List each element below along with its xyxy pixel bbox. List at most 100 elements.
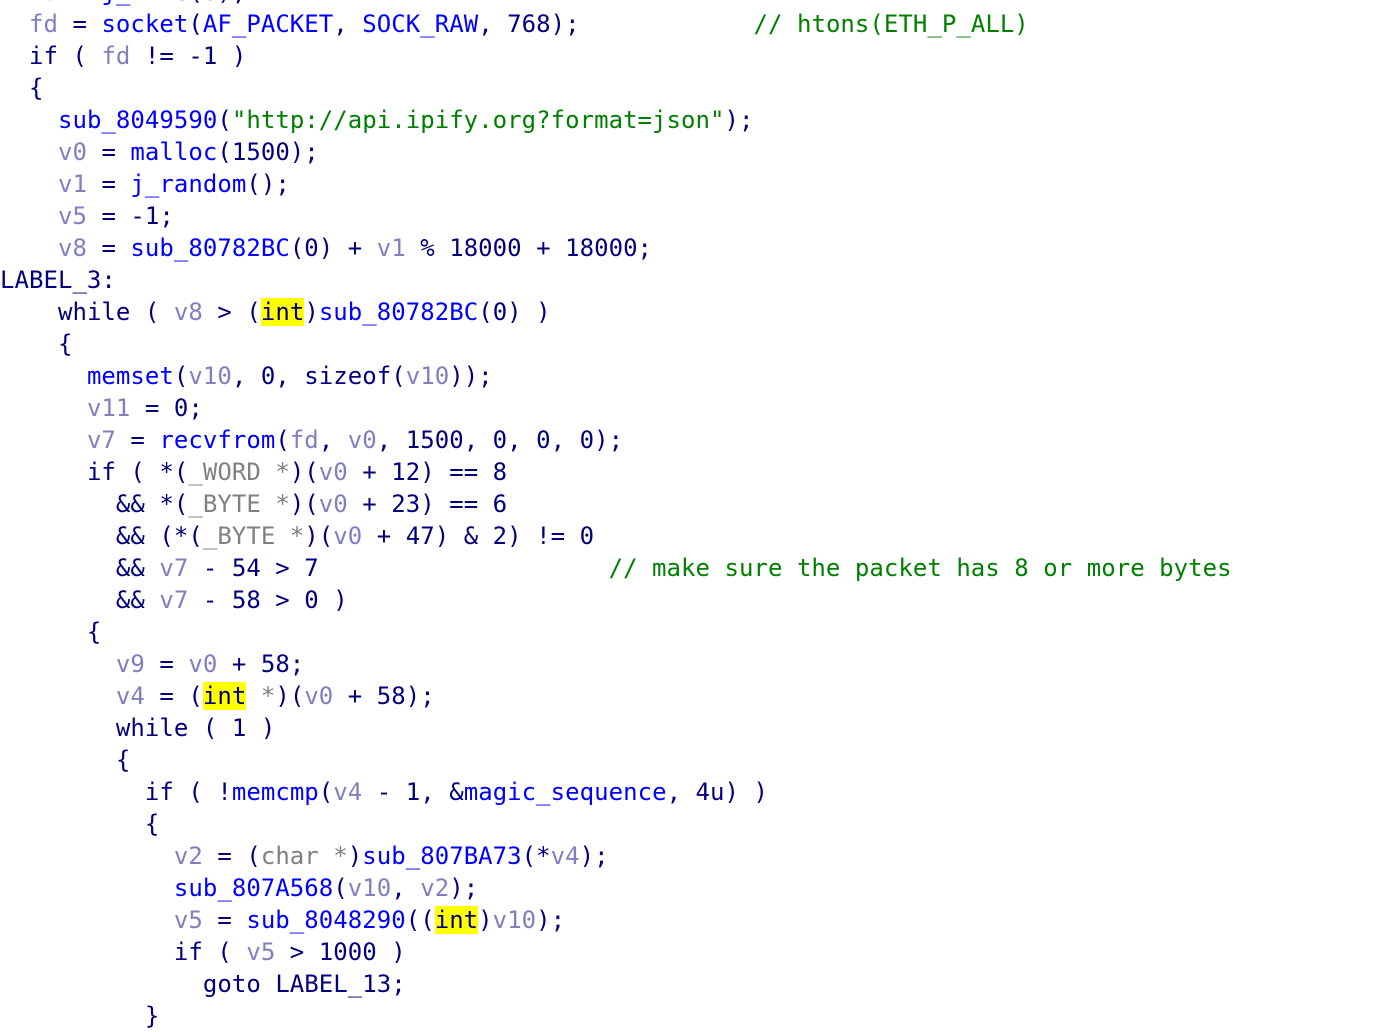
code-line[interactable]: v5 = -1; [0,200,1390,232]
code-token-default[interactable] [0,298,58,326]
code-token-default[interactable]: ( [217,106,232,134]
code-token-keyword[interactable]: while [58,298,130,326]
code-token-default[interactable]: + 58); [333,682,435,710]
code-token-default[interactable] [0,0,29,6]
code-token-lvar[interactable]: v5 [246,938,275,966]
code-line[interactable]: v7 = recvfrom(fd, v0, 1500, 0, 0, 0); [0,424,1390,456]
code-line[interactable]: v5 = sub_8048290((int)v10); [0,904,1390,936]
code-token-default[interactable]: % 18000 + 18000; [406,234,652,262]
code-token-default[interactable]: , [391,874,420,902]
code-token-default[interactable]: , [319,426,348,454]
pseudocode-code-view[interactable]: v3 = j_time(0); fd = socket(AF_PACKET, S… [0,0,1390,1030]
code-token-lvar[interactable]: v0 [304,682,333,710]
code-token-default[interactable]: , 0, [232,362,304,390]
code-token-default[interactable]: ( [275,426,290,454]
code-token-default[interactable]: - 58 > 0 ) [188,586,348,614]
code-token-default[interactable] [0,426,87,454]
code-line[interactable]: if ( fd != -1 ) [0,40,1390,72]
code-line[interactable]: { [0,328,1390,360]
highlighted-token[interactable]: int [260,298,305,326]
code-token-lvar[interactable]: fd [29,10,58,38]
code-token-default[interactable]: = [203,906,246,934]
code-token-func[interactable]: sub_807A568 [174,874,333,902]
code-line[interactable]: while ( 1 ) [0,712,1390,744]
code-token-default[interactable]: > ( [203,298,261,326]
code-token-lvar[interactable]: v1 [58,170,87,198]
code-token-func[interactable]: j_time [101,0,188,6]
code-token-lvar[interactable]: fd [290,426,319,454]
code-token-lvar[interactable]: v1 [377,234,406,262]
code-token-default[interactable] [0,170,58,198]
code-token-lvar[interactable]: v4 [551,842,580,870]
code-token-default[interactable]: && [0,586,159,614]
code-line[interactable]: } [0,1000,1390,1032]
code-token-default[interactable]: LABEL_13; [261,970,406,998]
code-token-default[interactable]: , 768); [478,10,579,38]
code-token-lvar[interactable]: v0 [319,490,348,518]
code-token-default[interactable] [0,362,87,390]
code-token-default[interactable] [0,394,87,422]
code-token-lvar[interactable]: v7 [159,586,188,614]
code-token-func[interactable]: SOCK_RAW [362,10,478,38]
code-token-lvar[interactable]: v7 [87,426,116,454]
code-token-default[interactable] [580,10,754,38]
code-token-keyword[interactable]: if [145,778,174,806]
code-token-lvar[interactable]: v3 [29,0,58,6]
code-line[interactable]: v3 = j_time(0); [0,0,1390,8]
code-token-default[interactable] [0,970,203,998]
code-token-default[interactable]: ( [130,298,173,326]
code-token-lvar[interactable]: v8 [58,234,87,262]
code-token-default[interactable]: && (*( [0,522,203,550]
code-token-func[interactable]: sub_8049590 [58,106,217,134]
code-token-type[interactable]: * [290,522,305,550]
code-token-lvar[interactable]: v0 [319,458,348,486]
code-token-default[interactable]: ); [449,874,478,902]
code-token-default[interactable]: + 12) == 8 [348,458,507,486]
code-token-lvar[interactable]: v9 [116,650,145,678]
code-token-lvar[interactable]: v8 [174,298,203,326]
code-token-type[interactable]: _BYTE [188,490,275,518]
code-token-type[interactable]: * [275,458,290,486]
code-token-default[interactable]: ( [188,10,203,38]
code-token-default[interactable]: , [333,10,362,38]
code-token-default[interactable] [0,42,29,70]
code-line[interactable]: v8 = sub_80782BC(0) + v1 % 18000 + 18000… [0,232,1390,264]
code-token-default[interactable] [0,234,58,262]
code-token-default[interactable]: { [0,746,130,774]
code-token-default[interactable]: ( [319,778,334,806]
code-line[interactable]: sub_8049590("http://api.ipify.org?format… [0,104,1390,136]
code-line[interactable]: fd = socket(AF_PACKET, SOCK_RAW, 768); /… [0,8,1390,40]
code-token-default[interactable]: && *( [0,490,188,518]
code-token-func[interactable]: sub_8048290 [246,906,405,934]
code-line[interactable]: v2 = (char *)sub_807BA73(*v4); [0,840,1390,872]
code-token-default[interactable] [0,106,58,134]
code-token-lvar[interactable]: v4 [116,682,145,710]
code-token-default[interactable]: ) [304,298,319,326]
code-token-lvar[interactable]: v10 [406,362,449,390]
code-token-default[interactable]: , 4u) ) [667,778,768,806]
code-token-default[interactable] [0,650,116,678]
code-token-func[interactable]: recvfrom [159,426,275,454]
code-token-default[interactable] [0,778,145,806]
code-token-default[interactable]: (0); [188,0,246,6]
code-token-lvar[interactable]: v10 [188,362,231,390]
code-token-type[interactable]: char * [261,842,348,870]
code-token-lvar[interactable]: v4 [333,778,362,806]
code-token-keyword[interactable]: if [29,42,58,70]
code-token-default[interactable] [0,458,87,486]
code-token-lvar[interactable]: v7 [159,554,188,582]
code-token-default[interactable] [0,874,174,902]
code-token-default[interactable]: (* [522,842,551,870]
code-token-func[interactable]: j_random [130,170,246,198]
code-line[interactable]: v4 = (int *)(v0 + 58); [0,680,1390,712]
code-token-default[interactable]: (0) ) [478,298,550,326]
code-token-default[interactable]: } [0,1002,159,1030]
code-line[interactable]: v0 = malloc(1500); [0,136,1390,168]
highlighted-token[interactable]: int [202,682,247,710]
code-token-default[interactable]: = ( [145,682,203,710]
code-token-default[interactable]: ); [725,106,754,134]
code-token-default[interactable]: + 23) == 6 [348,490,507,518]
code-token-lvar[interactable]: v11 [87,394,130,422]
code-token-func[interactable]: sub_80782BC [130,234,289,262]
code-line[interactable]: v9 = v0 + 58; [0,648,1390,680]
